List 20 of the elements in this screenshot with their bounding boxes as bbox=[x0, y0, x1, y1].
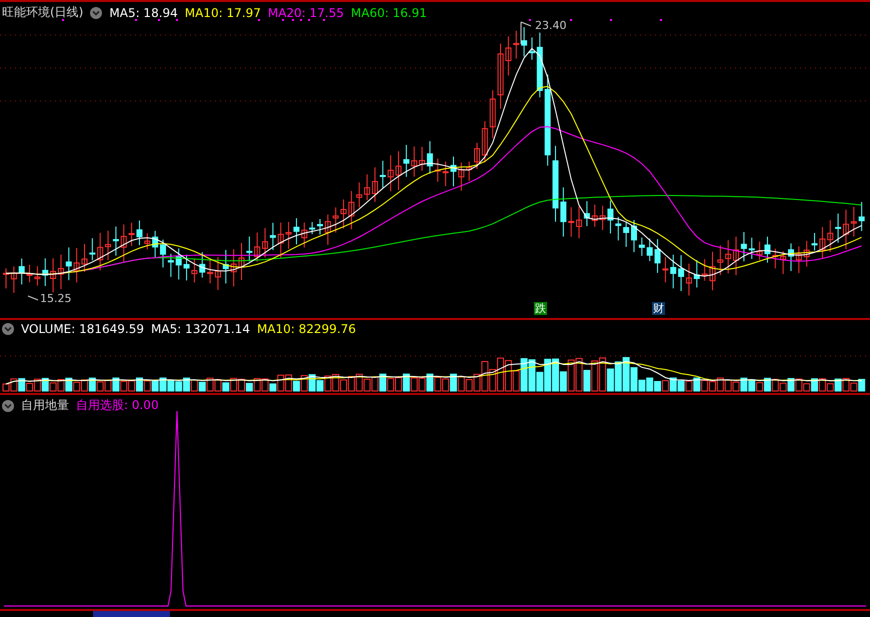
leader-line bbox=[28, 296, 38, 300]
indicator-value: MA10: 82299.76 bbox=[256, 322, 356, 336]
indicator-value: MA20: 17.55 bbox=[268, 6, 344, 20]
high-price-label: 23.40 bbox=[535, 19, 566, 32]
collapse-icon[interactable] bbox=[90, 6, 102, 18]
indicator-value: 自用选股: 0.00 bbox=[76, 397, 159, 414]
indicator-value: MA5: 132071.14 bbox=[151, 322, 250, 336]
event-marker[interactable]: 跌 bbox=[534, 302, 547, 315]
low-price-label: 15.25 bbox=[40, 292, 72, 305]
indicator-value: VOLUME: 181649.59 bbox=[21, 322, 144, 336]
event-marker[interactable]: 财 bbox=[652, 302, 665, 315]
indicator-value: MA10: 17.97 bbox=[184, 6, 261, 20]
chart-title: 旺能环境(日线) bbox=[2, 4, 84, 21]
indicator-title: 自用地量 bbox=[21, 397, 69, 414]
indicator-value: MA5: 18.94 bbox=[109, 6, 178, 20]
collapse-icon[interactable] bbox=[2, 400, 14, 412]
leader-line bbox=[520, 22, 532, 44]
indicator-value: MA60: 16.91 bbox=[350, 6, 427, 20]
collapse-icon[interactable] bbox=[2, 323, 14, 335]
scrollbar-thumb[interactable] bbox=[93, 611, 170, 617]
